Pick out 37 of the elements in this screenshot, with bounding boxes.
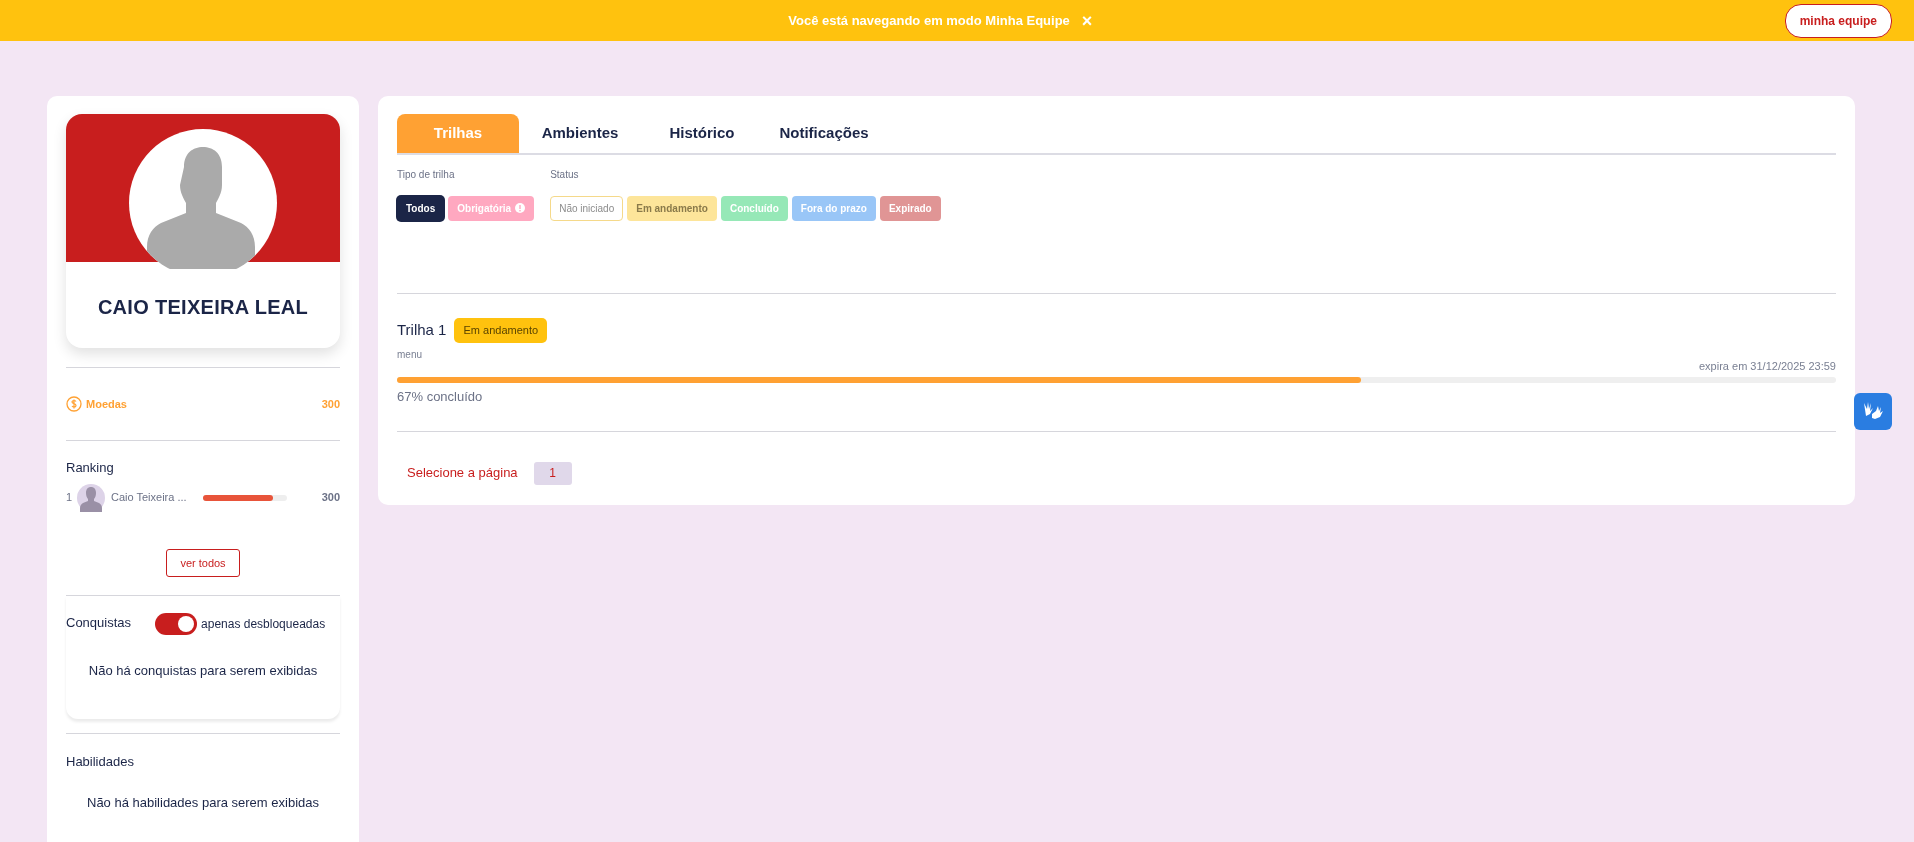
filter-label: Status (550, 168, 580, 182)
filter-chip[interactable]: Todos (397, 196, 445, 221)
progress-text: 67% concluído (397, 388, 483, 406)
rank-position: 1 (66, 490, 74, 506)
page-button[interactable]: 1 (533, 461, 572, 485)
coin-icon (66, 396, 82, 412)
coins-label: Moedas (86, 396, 127, 412)
toggle-label: apenas desbloqueadas (201, 616, 326, 633)
filter-chip[interactable]: Expirado (879, 196, 941, 221)
avatar-icon (77, 483, 105, 512)
team-button[interactable]: minha equipe (1784, 3, 1892, 38)
ranking-name: Caio Teixeira ... (111, 490, 188, 506)
notice-message: Você está navegando em modo Minha Equipe (788, 11, 1070, 30)
status-badge: Em andamento (454, 318, 548, 343)
filter-chip[interactable]: Não iniciado (550, 196, 624, 221)
section-title: Ranking (66, 459, 115, 477)
empty-message: Não há conquistas para serem exibidas (87, 662, 319, 680)
tab[interactable]: Notificações (763, 114, 885, 153)
section-title: Habilidades (66, 752, 135, 771)
trail-title: Trilha 1 (397, 320, 447, 340)
info-icon (515, 203, 526, 213)
filter-label: Tipo de trilha (397, 168, 456, 182)
empty-message: Não há habilidades para serem exibidas (86, 794, 320, 812)
coins-value: 300 (321, 396, 340, 412)
ranking-score: 300 (321, 490, 340, 506)
tab[interactable]: Ambientes (519, 114, 641, 153)
pagination-label: Selecione a página (407, 464, 518, 483)
filter-chip[interactable]: Em andamento (627, 196, 717, 221)
see-all-button[interactable]: ver todos (166, 548, 240, 577)
expiry-date: expira em 31/12/2025 23:59 (1699, 358, 1836, 374)
accessibility-button[interactable] (1854, 393, 1892, 430)
toggle-switch[interactable] (155, 613, 198, 635)
tab[interactable]: Trilhas (397, 114, 519, 153)
trail-subtitle: menu (397, 347, 423, 362)
section-title: Conquistas (66, 614, 132, 632)
profile-name: CAIO TEIXEIRA LEAL (96, 295, 310, 320)
tab[interactable]: Histórico (641, 114, 763, 153)
